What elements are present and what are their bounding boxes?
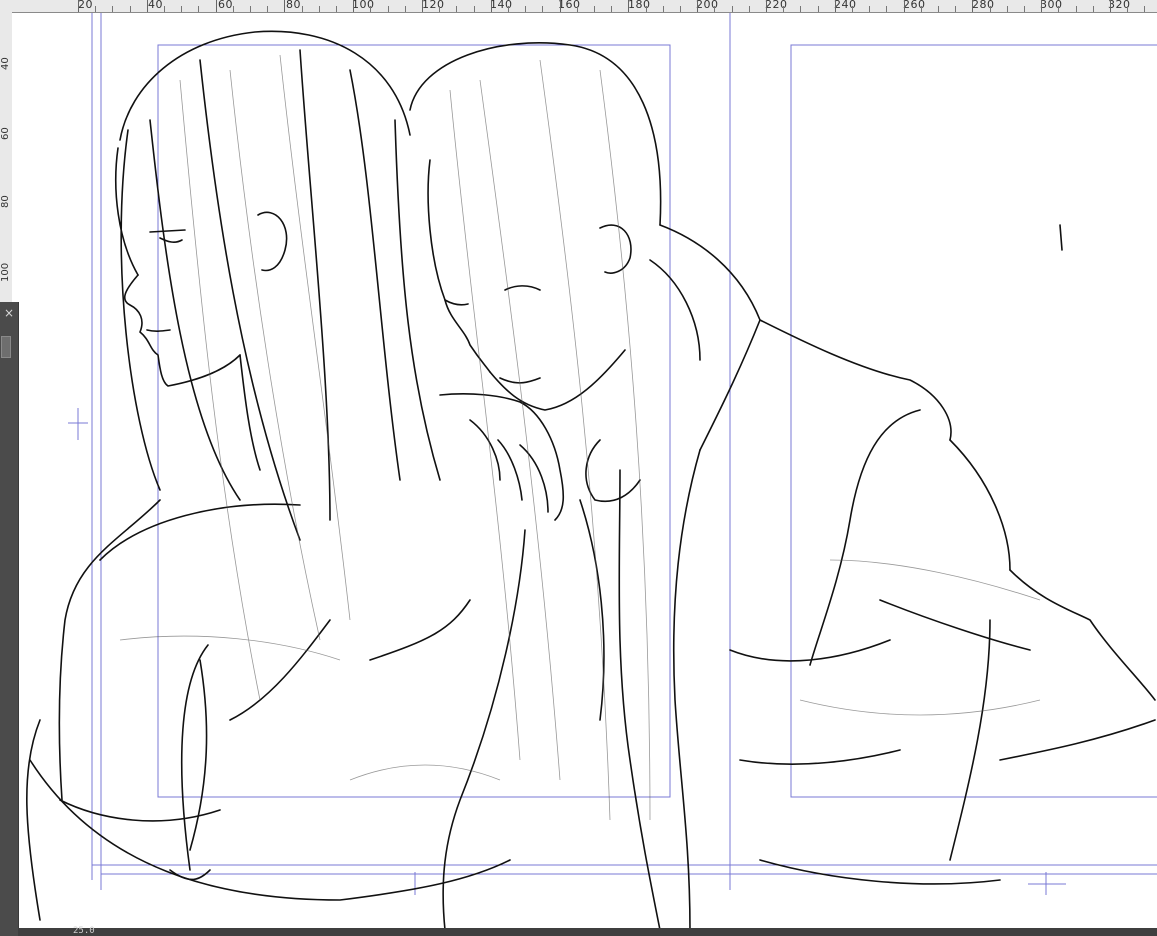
top-ruler[interactable]: 20 40 60 80 100 120 140 160 180 200 220 … [0,0,1157,13]
ruler-tick [370,6,371,12]
ruler-label: 240 [834,0,857,11]
ruler-tick [542,6,543,12]
ruler-tick [1093,6,1094,12]
panel-frame-left [157,44,671,798]
ruler-tick [319,6,320,12]
status-bar: 25.0 [18,926,1157,936]
ruler-label: 300 [1040,0,1063,11]
panel-guides [68,13,1157,895]
ruler-tick [1144,6,1145,12]
ruler-label: 60 [218,0,233,11]
ruler-tick [1024,6,1025,12]
ruler-tick [130,6,131,12]
ruler-label: 40 [148,0,163,11]
ruler-label: 120 [422,0,445,11]
ruler-tick [904,0,905,12]
ruler-tick [233,6,234,12]
ruler-label: 180 [628,0,651,11]
ruler-label: 100 [352,0,375,11]
ruler-tick [972,0,973,12]
ruler-tick [955,6,956,12]
ruler-tick [1041,0,1042,12]
left-figure [26,30,526,931]
ruler-tick [353,0,354,12]
ruler-tick [818,6,819,12]
ruler-tick [766,0,767,12]
ruler-label: 60 [0,127,11,140]
ruler-tick [302,6,303,12]
ruler-tick [594,6,595,12]
ruler-tick [749,6,750,12]
ruler-tick [886,6,887,12]
ruler-tick [577,6,578,12]
ruler-tick [732,6,733,12]
ruler-tick [388,6,389,12]
ruler-label: 40 [0,57,11,70]
ruler-tick [508,6,509,12]
ruler-tick [439,6,440,12]
ruler-label: 200 [696,0,719,11]
collapsed-side-panel: × [0,302,19,936]
ruler-tick [1058,6,1059,12]
ruler-tick [250,6,251,12]
ruler-tick [560,0,561,12]
ruler-label: 80 [0,195,11,208]
ruler-tick [1007,6,1008,12]
ruler-tick [1127,6,1128,12]
ruler-tick [216,0,217,12]
ruler-tick [336,6,337,12]
ruler-tick [78,0,79,12]
ruler-tick [697,0,698,12]
ruler-tick [491,0,492,12]
ruler-tick [990,6,991,12]
ruler-tick [646,6,647,12]
ruler-tick [852,6,853,12]
ruler-tick [405,6,406,12]
ruler-tick [525,6,526,12]
sketch-artwork [26,13,1157,931]
ruler-tick [611,6,612,12]
ruler-label: 80 [286,0,301,11]
ruler-label: 20 [78,0,93,11]
ruler-tick [1076,6,1077,12]
ruler-tick [456,6,457,12]
drawing-canvas[interactable] [12,13,1157,936]
ruler-label: 100 [0,262,11,282]
ruler-label: 140 [490,0,513,11]
ruler-tick [422,0,423,12]
ruler-tick [663,6,664,12]
ruler-tick [835,0,836,12]
ruler-tick [112,6,113,12]
ruler-tick [164,6,165,12]
ruler-tick [800,6,801,12]
ruler-tick [284,0,285,12]
ruler-label: 220 [765,0,788,11]
ruler-tick [1110,0,1111,12]
construction-lines [119,54,1041,821]
ruler-tick [181,6,182,12]
ruler-tick [869,6,870,12]
ruler-tick [680,6,681,12]
ruler-tick [147,0,148,12]
panel-frame-right [790,44,1157,798]
ruler-tick [474,6,475,12]
ruler-tick [921,6,922,12]
ruler-tick [938,6,939,12]
panel-handle-icon[interactable] [1,336,11,358]
ruler-label: 260 [903,0,926,11]
ruler-tick [783,6,784,12]
ruler-tick [198,6,199,12]
ruler-label: 280 [972,0,995,11]
close-icon[interactable]: × [2,306,16,320]
ruler-tick [95,6,96,12]
ruler-tick [267,6,268,12]
ruler-tick [714,6,715,12]
zoom-readout: 25.0 [73,926,95,936]
ruler-tick [628,0,629,12]
